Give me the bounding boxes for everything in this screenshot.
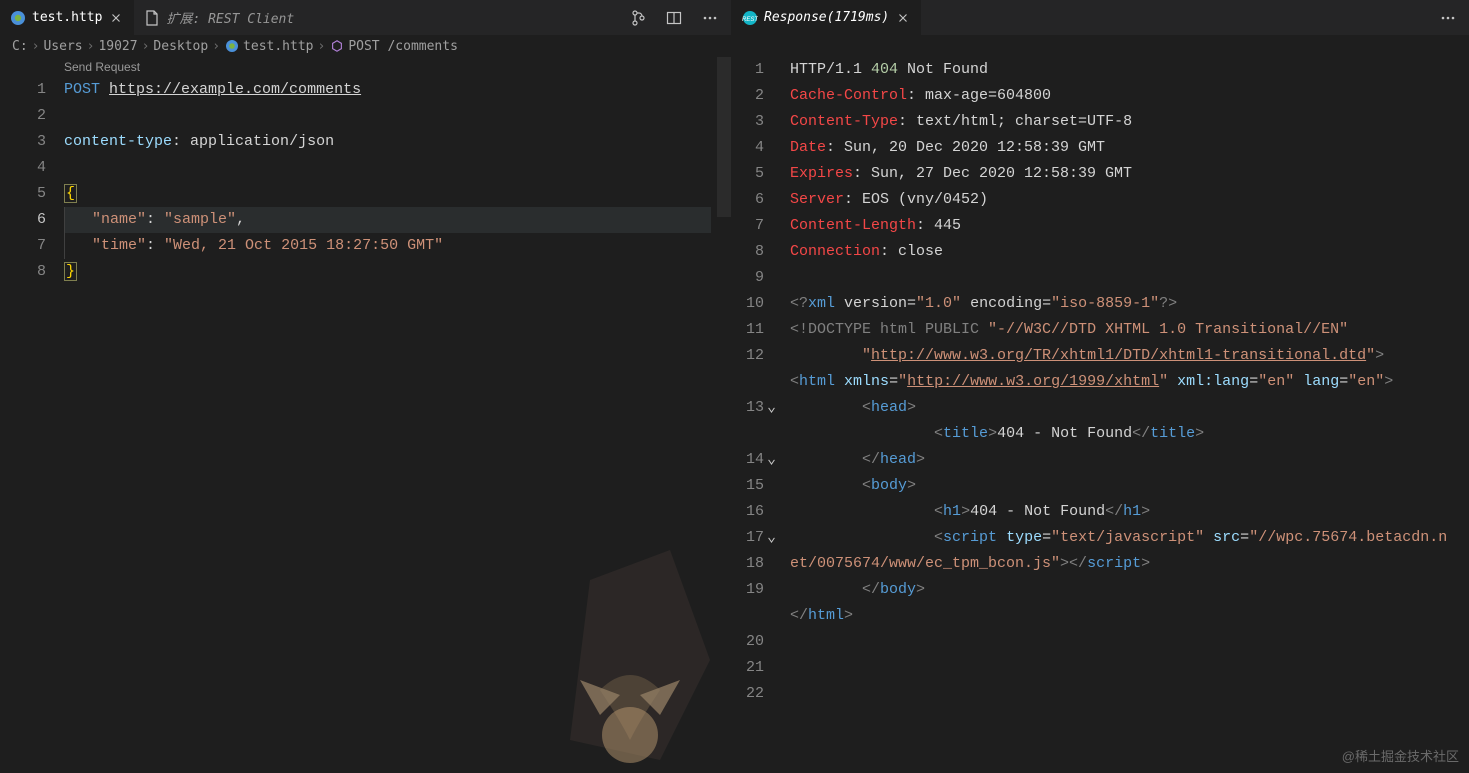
tab-test-http[interactable]: test.http xyxy=(0,0,134,35)
fold-icon[interactable]: ⌄ xyxy=(764,395,776,421)
crumb[interactable]: POST /comments xyxy=(348,39,458,54)
code-area[interactable]: HTTP/1.1 404 Not FoundCache-Control: max… xyxy=(790,57,1469,773)
watermark: @稀土掘金技术社区 xyxy=(1342,746,1459,765)
crumb[interactable]: test.http xyxy=(243,39,313,54)
breadcrumb[interactable]: C:› Users› 19027› Desktop› test.http› PO… xyxy=(0,35,731,57)
code-area[interactable]: Send RequestPOST https://example.com/com… xyxy=(64,57,731,773)
symbol-method-icon xyxy=(329,39,344,54)
fold-icon[interactable]: ⌄ xyxy=(764,525,776,551)
http-file-icon xyxy=(224,39,239,54)
tab-label: test.http xyxy=(32,10,102,25)
editor-pane-left: test.http 扩展: REST Client C:› Users› xyxy=(0,0,732,773)
line-gutter: 12345678910111213⌄14⌄151617⌄1819202122 xyxy=(732,57,790,773)
crumb[interactable]: C: xyxy=(12,39,28,54)
fold-icon[interactable]: ⌄ xyxy=(764,447,776,473)
codelens-send-request[interactable]: Send Request xyxy=(64,57,711,77)
more-icon[interactable] xyxy=(699,7,721,29)
file-icon xyxy=(144,10,160,26)
tab-response[interactable]: REST Response(1719ms) xyxy=(732,0,921,35)
split-icon[interactable] xyxy=(663,7,685,29)
tab-actions-right xyxy=(1437,7,1469,29)
line-gutter: 12345678 xyxy=(0,57,64,773)
close-icon[interactable] xyxy=(108,10,124,26)
editor-pane-right: REST Response(1719ms) 12345678910111213⌄… xyxy=(732,0,1469,773)
tab-bar-left: test.http 扩展: REST Client xyxy=(0,0,731,35)
http-file-icon xyxy=(10,10,26,26)
crumb[interactable]: Desktop xyxy=(153,39,208,54)
tab-actions-left xyxy=(627,7,731,29)
tab-bar-right: REST Response(1719ms) xyxy=(732,0,1469,35)
editor-right[interactable]: 12345678910111213⌄14⌄151617⌄1819202122 H… xyxy=(732,57,1469,773)
compare-icon[interactable] xyxy=(627,7,649,29)
close-icon[interactable] xyxy=(895,10,911,26)
svg-text:REST: REST xyxy=(742,17,758,23)
crumb[interactable]: Users xyxy=(43,39,82,54)
editor-left[interactable]: 12345678 Send RequestPOST https://exampl… xyxy=(0,57,731,773)
rest-icon: REST xyxy=(742,10,758,26)
minimap[interactable] xyxy=(716,57,731,773)
tab-label: Response(1719ms) xyxy=(764,10,889,25)
tab-label: 扩展: REST Client xyxy=(166,8,294,27)
tab-rest-client-extension[interactable]: 扩展: REST Client xyxy=(134,0,304,35)
more-icon[interactable] xyxy=(1437,7,1459,29)
crumb[interactable]: 19027 xyxy=(98,39,137,54)
